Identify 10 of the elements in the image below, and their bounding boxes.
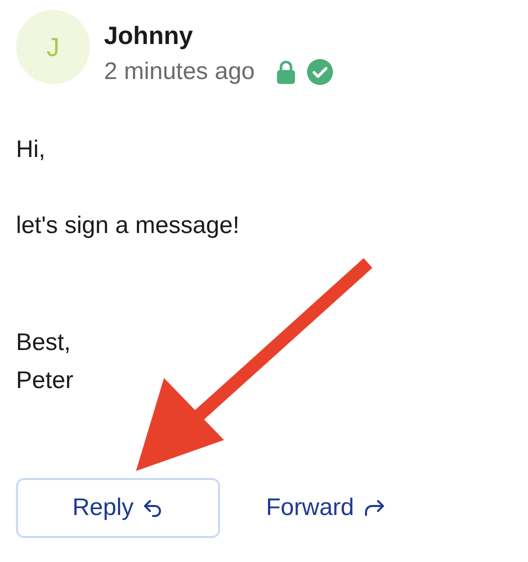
reply-button[interactable]: Reply — [16, 478, 220, 538]
avatar: J — [16, 10, 90, 84]
signature-line: Peter — [16, 366, 74, 396]
message-text: let's sign a message! — [16, 211, 240, 241]
reply-arrow-icon — [142, 498, 164, 518]
sender-name: Johnny — [104, 22, 194, 50]
sent-time: 2 minutes ago — [104, 58, 255, 86]
signature-line: Best, — [16, 328, 71, 358]
forward-arrow-icon — [362, 498, 386, 518]
greeting-text: Hi, — [16, 135, 46, 165]
